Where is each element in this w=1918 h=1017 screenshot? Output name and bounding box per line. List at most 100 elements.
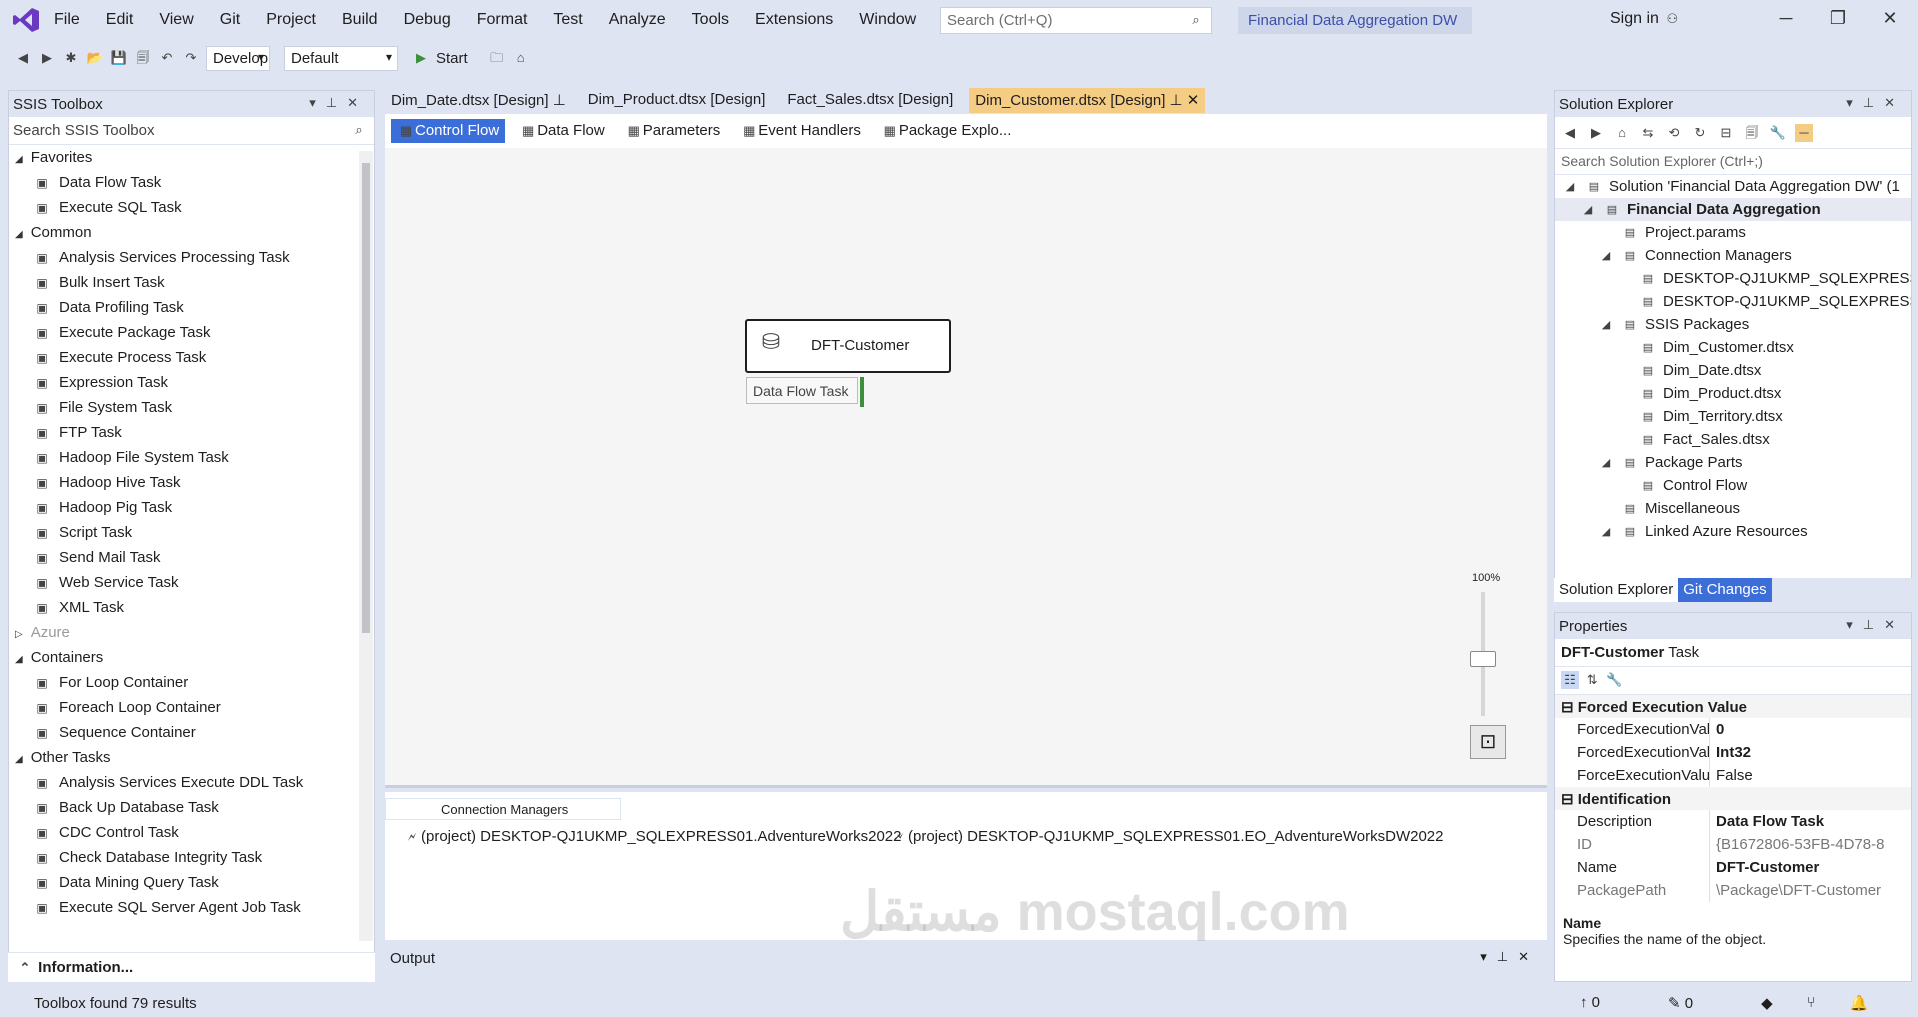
toolbox-group[interactable]: ◢ Favorites [9, 145, 374, 170]
menu-edit[interactable]: Edit [106, 11, 134, 29]
panel-buttons[interactable]: ▾⊥✕ [1846, 95, 1905, 111]
designer-tab[interactable]: ▦ Data Flow [513, 119, 611, 143]
property-row[interactable]: Name DFT-Customer [1555, 856, 1911, 879]
connection-managers-tab[interactable]: Connection Managers [385, 798, 621, 820]
back-icon[interactable]: ◀ [14, 49, 32, 67]
designer-tab[interactable]: ▦ Control Flow [391, 118, 506, 144]
tree-node[interactable]: ▤ DESKTOP-QJ1UKMP_SQLEXPRESS( [1555, 290, 1911, 313]
expand-icon[interactable]: ◢ [1597, 316, 1615, 334]
toolbox-item[interactable]: ▣ For Loop Container [9, 670, 374, 695]
minimize-button[interactable]: ─ [1760, 8, 1812, 29]
property-row[interactable]: ForcedExecutionValue0 [1555, 718, 1911, 741]
tree-node[interactable]: ▤ Dim_Date.dtsx [1555, 359, 1911, 382]
output-panel-title[interactable]: Output ▾⊥✕ [385, 944, 1547, 974]
tree-node[interactable]: ◢ ▤ Solution 'Financial Data Aggregation D… [1555, 175, 1911, 198]
toolbox-item[interactable]: ▣ Hadoop Pig Task [9, 495, 374, 520]
close-tab-icon[interactable]: ✕ [1183, 92, 1200, 109]
toolbox-item[interactable]: ▣ XML Task [9, 595, 374, 620]
property-row[interactable]: Description Data Flow Task [1555, 810, 1911, 833]
home-icon[interactable]: ⌂ [1613, 124, 1631, 142]
property-value[interactable]: 0 [1709, 718, 1724, 741]
push-count[interactable]: ↑ 0 [1580, 994, 1634, 1012]
switch-views-icon[interactable]: ⇆ [1639, 124, 1657, 142]
preview-icon[interactable]: ─ [1795, 123, 1813, 142]
find-in-files-icon[interactable]: 🗀 [488, 49, 506, 67]
toolbox-information[interactable]: ⌃ Information... [8, 952, 375, 982]
tree-node[interactable]: ▤ Dim_Territory.dtsx [1555, 405, 1911, 428]
property-value[interactable]: Data Flow Task [1709, 810, 1824, 833]
expand-icon[interactable]: ◢ [1579, 201, 1597, 219]
expand-icon[interactable] [1615, 339, 1633, 357]
expand-icon[interactable] [1615, 431, 1633, 449]
toolbox-item[interactable]: ▣ Sequence Container [9, 720, 374, 745]
pin-icon[interactable]: ⊥ [1165, 92, 1183, 109]
toolbox-group[interactable]: ▷ Azure [9, 620, 374, 645]
designer-tab[interactable]: ▦ Event Handlers [734, 119, 867, 143]
property-row[interactable]: PackagePath \Package\DFT-Customer [1555, 879, 1911, 902]
zoom-slider-knob[interactable] [1470, 651, 1496, 667]
toolbox-item[interactable]: ▣ CDC Control Task [9, 820, 374, 845]
menu-format[interactable]: Format [477, 11, 528, 29]
forward-icon[interactable]: ▶ [38, 49, 56, 67]
panel-buttons[interactable]: ▾⊥✕ [1480, 949, 1539, 965]
properties-object-select[interactable]: DFT-Customer Task [1555, 639, 1911, 667]
property-value[interactable]: {B1672806-53FB-4D78-8 [1709, 833, 1884, 856]
property-value[interactable]: \Package\DFT-Customer [1709, 879, 1881, 902]
branch-icon[interactable]: ⑂ [1807, 994, 1816, 1012]
document-tab[interactable]: Fact_Sales.dtsx [Design] [781, 88, 959, 113]
forward-icon[interactable]: ▶ [1587, 124, 1605, 142]
expand-icon[interactable]: ◢ [1561, 178, 1579, 196]
menu-tools[interactable]: Tools [692, 11, 729, 29]
toolbox-item[interactable]: ▣ Data Profiling Task [9, 295, 374, 320]
new-project-icon[interactable]: ✱ [62, 49, 80, 67]
tree-node[interactable]: ◢ ▤ Linked Azure Resources [1555, 520, 1911, 543]
menu-project[interactable]: Project [266, 11, 316, 29]
tree-node[interactable]: ◢ ▤ Package Parts [1555, 451, 1911, 474]
save-icon[interactable]: 💾 [110, 49, 128, 67]
property-category[interactable]: ⊟ Identification [1555, 787, 1911, 810]
expand-icon[interactable]: ◢ [1597, 247, 1615, 265]
toolbox-item[interactable]: ▣ Execute SQL Server Agent Job Task [9, 895, 374, 920]
connection-item[interactable]: 🗲 (project) DESKTOP-QJ1UKMP_SQLEXPRESS01.… [890, 828, 1444, 846]
search-input[interactable]: Search (Ctrl+Q) ⌕ [940, 7, 1212, 34]
configuration-select[interactable]: Develop [206, 45, 270, 71]
expand-icon[interactable] [1597, 500, 1615, 518]
toolbox-group[interactable]: ◢ Other Tasks [9, 745, 374, 770]
expand-icon[interactable] [1615, 362, 1633, 380]
panel-buttons[interactable]: ▾⊥✕ [1846, 617, 1905, 633]
menu-extensions[interactable]: Extensions [755, 11, 833, 29]
expand-icon[interactable] [1615, 408, 1633, 426]
tree-node[interactable]: ▤ Fact_Sales.dtsx [1555, 428, 1911, 451]
connection-item[interactable]: 🗲 (project) DESKTOP-QJ1UKMP_SQLEXPRESS01.… [403, 828, 902, 846]
panel-buttons[interactable]: ▾⊥✕ [309, 95, 368, 111]
toolbox-item[interactable]: ▣ Hadoop File System Task [9, 445, 374, 470]
expand-icon[interactable] [1597, 224, 1615, 242]
tab-git-changes[interactable]: Git Changes [1678, 578, 1772, 602]
toolbox-item[interactable]: ▣ Execute SQL Task [9, 195, 374, 220]
control-flow-canvas[interactable] [385, 148, 1547, 788]
expand-icon[interactable] [1615, 477, 1633, 495]
solution-search-input[interactable]: Search Solution Explorer (Ctrl+;) [1555, 149, 1911, 175]
toolbox-item[interactable]: ▣ Hadoop Hive Task [9, 470, 374, 495]
expand-icon[interactable] [1615, 385, 1633, 403]
back-icon[interactable]: ◀ [1561, 124, 1579, 142]
toolbox-group[interactable]: ◢ Containers [9, 645, 374, 670]
menu-analyze[interactable]: Analyze [609, 11, 666, 29]
expand-icon[interactable] [1615, 293, 1633, 311]
open-file-icon[interactable]: 📂 [86, 49, 104, 67]
menu-test[interactable]: Test [553, 11, 582, 29]
sign-in-link[interactable]: Sign in ⚇ [1610, 10, 1681, 28]
tree-node[interactable]: ◢ ▤ SSIS Packages [1555, 313, 1911, 336]
start-icon[interactable]: ▶ [412, 49, 430, 67]
show-all-files-icon[interactable]: 🗐 [1743, 124, 1761, 142]
property-value[interactable]: DFT-Customer [1709, 856, 1819, 879]
toolbox-item[interactable]: ▣ Back Up Database Task [9, 795, 374, 820]
tree-node[interactable]: ◢ ▤ Financial Data Aggregation [1555, 198, 1911, 221]
menu-view[interactable]: View [159, 11, 193, 29]
toolbox-item[interactable]: ▣ Execute Package Task [9, 320, 374, 345]
fit-to-window-button[interactable]: ⊡ [1470, 725, 1506, 759]
menu-git[interactable]: Git [220, 11, 240, 29]
menu-build[interactable]: Build [342, 11, 378, 29]
toolbox-item[interactable]: ▣ Analysis Services Processing Task [9, 245, 374, 270]
toolbox-item[interactable]: ▣ Bulk Insert Task [9, 270, 374, 295]
